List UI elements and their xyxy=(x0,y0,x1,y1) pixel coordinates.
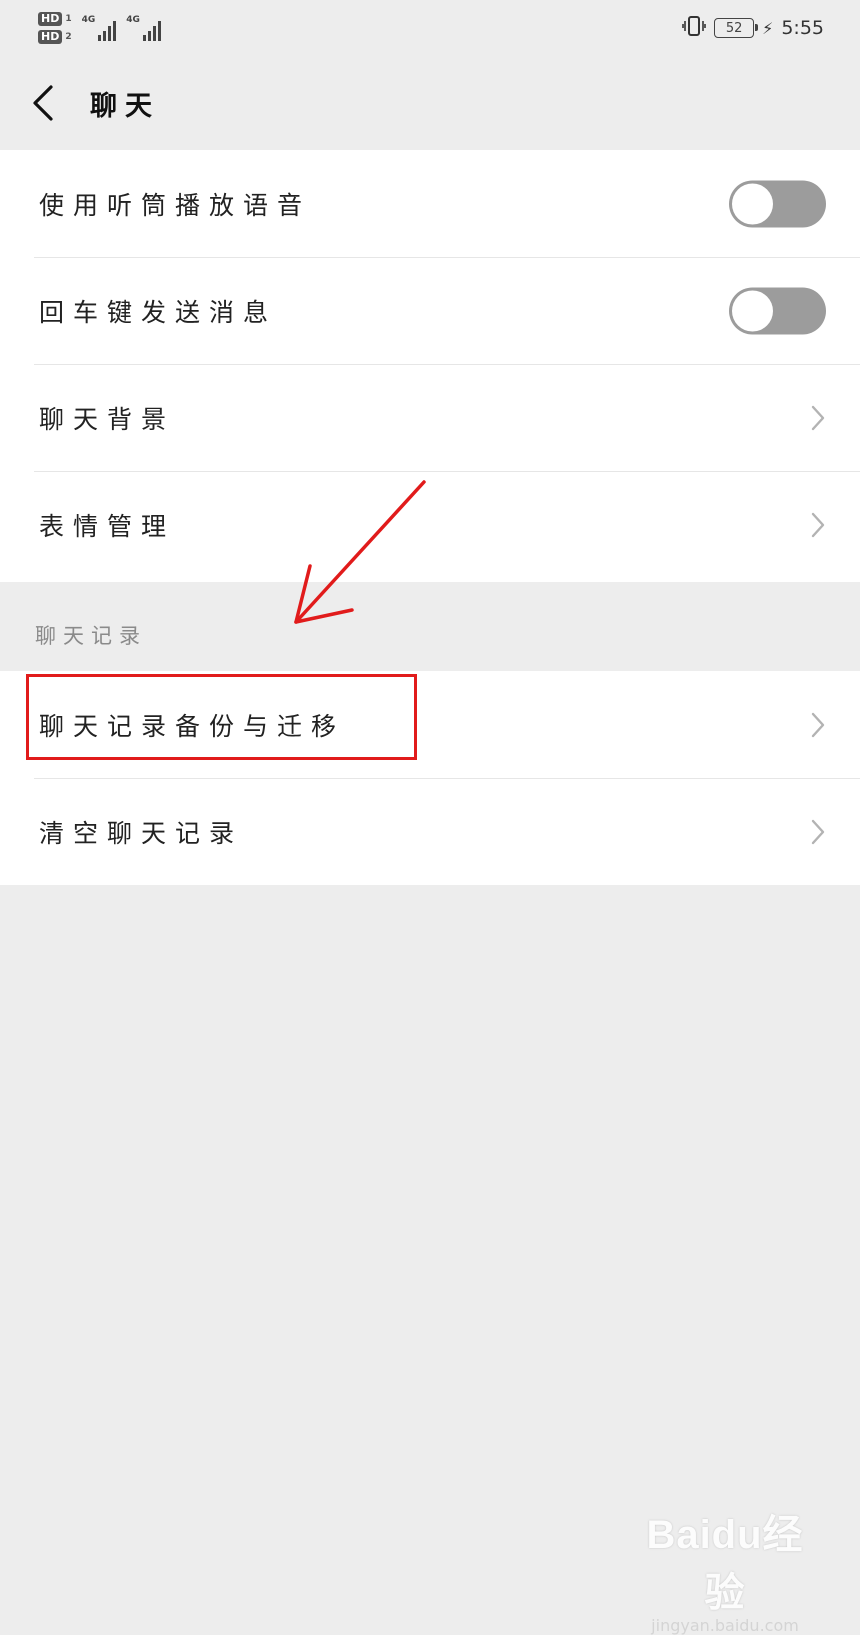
settings-group-general: 使用听筒播放语音 回车键发送消息 聊天背景 表情管理 xyxy=(0,150,860,582)
setting-earpiece-voice[interactable]: 使用听筒播放语音 xyxy=(0,150,860,257)
network-type-1: 4G xyxy=(81,15,96,25)
status-bar: HD 1 HD 2 4G 4G 52 ⚡ 5:55 xyxy=(0,0,860,56)
setting-label: 清空聊天记录 xyxy=(39,818,244,848)
setting-chat-backup-migration[interactable]: 聊天记录备份与迁移 xyxy=(0,671,860,778)
chevron-right-icon xyxy=(811,405,825,430)
clock: 5:55 xyxy=(781,17,824,39)
battery-icon: 52 xyxy=(714,18,759,38)
page-title: 聊天 xyxy=(90,90,160,122)
setting-chat-background[interactable]: 聊天背景 xyxy=(0,364,860,471)
status-left: HD 1 HD 2 4G 4G xyxy=(38,12,161,44)
hd-badge: HD xyxy=(38,30,63,44)
setting-label: 使用听筒播放语音 xyxy=(39,190,312,220)
section-title-chat-history: 聊天记录 xyxy=(35,624,147,648)
setting-sticker-management[interactable]: 表情管理 xyxy=(0,471,860,578)
setting-label: 表情管理 xyxy=(39,511,176,541)
setting-enter-to-send[interactable]: 回车键发送消息 xyxy=(0,257,860,364)
charging-icon: ⚡ xyxy=(762,18,774,38)
hd-badge: HD xyxy=(38,12,63,26)
setting-label: 聊天背景 xyxy=(39,404,176,434)
battery-level: 52 xyxy=(725,20,743,36)
watermark-url: jingyan.baidu.com xyxy=(651,1616,799,1635)
sim-2-label: 2 xyxy=(65,32,72,42)
toggle-knob xyxy=(732,183,773,224)
chevron-right-icon xyxy=(811,712,825,737)
chevron-right-icon xyxy=(811,819,825,844)
baidu-watermark: Baidu经验 jingyan.baidu.com xyxy=(630,1502,820,1635)
network-type-2: 4G xyxy=(126,15,140,25)
chevron-left-icon xyxy=(33,85,53,121)
settings-group-chat-history: 聊天记录备份与迁移 清空聊天记录 xyxy=(0,671,860,885)
earpiece-voice-toggle[interactable] xyxy=(729,180,826,227)
hd-indicator-2: HD 2 xyxy=(38,30,72,44)
hd-indicators: HD 1 HD 2 xyxy=(38,12,72,44)
back-button[interactable] xyxy=(0,56,86,150)
nav-bar: 聊天 xyxy=(0,56,860,150)
watermark-brand: Baidu经验 xyxy=(646,1513,804,1615)
status-right: 52 ⚡ 5:55 xyxy=(682,15,824,42)
vibrate-icon xyxy=(682,15,706,42)
setting-label: 回车键发送消息 xyxy=(39,297,278,327)
signal-icon-sim1: 4G xyxy=(82,15,117,41)
enter-to-send-toggle[interactable] xyxy=(729,287,826,334)
setting-label: 聊天记录备份与迁移 xyxy=(39,711,346,741)
setting-clear-chat-history[interactable]: 清空聊天记录 xyxy=(0,778,860,885)
toggle-knob xyxy=(732,290,773,331)
chevron-right-icon xyxy=(811,512,825,537)
sim-1-label: 1 xyxy=(65,14,72,24)
signal-icon-sim2: 4G xyxy=(126,15,161,41)
hd-indicator-1: HD 1 xyxy=(38,12,72,26)
